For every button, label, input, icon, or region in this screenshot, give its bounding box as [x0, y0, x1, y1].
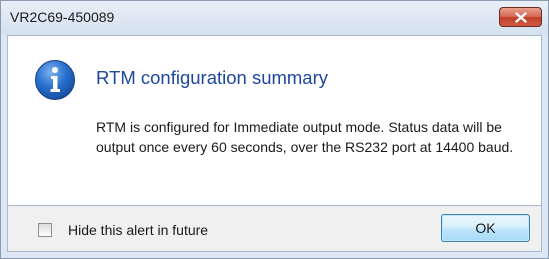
hide-alert-label[interactable]: Hide this alert in future	[68, 222, 208, 238]
alert-content: RTM configuration summary RTM is configu…	[7, 35, 542, 206]
close-button[interactable]	[499, 7, 542, 27]
alert-dialog: VR2C69-450089 RTM configuration summary …	[0, 0, 549, 259]
window-title: VR2C69-450089	[10, 9, 115, 25]
ok-button[interactable]: OK	[441, 214, 530, 242]
alert-heading: RTM configuration summary	[96, 67, 329, 88]
dialog-footer: Hide this alert in future OK	[7, 206, 542, 252]
title-bar[interactable]: VR2C69-450089	[1, 1, 548, 35]
info-icon	[35, 60, 75, 100]
hide-alert-checkbox[interactable]	[38, 223, 52, 237]
close-icon	[515, 12, 527, 23]
alert-message: RTM is configured for Immediate output m…	[96, 119, 514, 155]
